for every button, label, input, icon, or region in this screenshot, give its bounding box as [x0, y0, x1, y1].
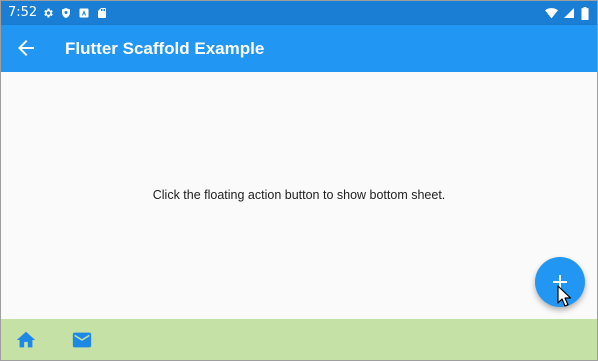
shield-icon [60, 7, 72, 19]
scaffold-body: Click the floating action button to show… [1, 72, 597, 319]
add-icon [548, 270, 572, 294]
floating-action-button[interactable] [535, 257, 585, 307]
arrow-back-icon[interactable] [14, 36, 38, 60]
mail-icon[interactable] [71, 329, 93, 351]
app-window: 7:52 Flutter Scaffold Example Click the … [0, 0, 598, 361]
badge-icon [78, 7, 90, 19]
body-message: Click the floating action button to show… [152, 188, 446, 202]
bottom-app-bar [1, 319, 597, 360]
signal-icon [563, 7, 575, 19]
status-bar: 7:52 [1, 1, 597, 25]
status-icons-left [42, 6, 108, 20]
status-time: 7:52 [8, 5, 38, 20]
page-title: Flutter Scaffold Example [65, 39, 265, 58]
gear-icon [42, 7, 54, 19]
app-bar: Flutter Scaffold Example [1, 25, 597, 72]
sd-card-icon [96, 7, 108, 19]
wifi-icon [545, 7, 558, 19]
home-icon[interactable] [15, 329, 37, 351]
status-icons-right [545, 6, 589, 20]
battery-icon [581, 7, 589, 20]
